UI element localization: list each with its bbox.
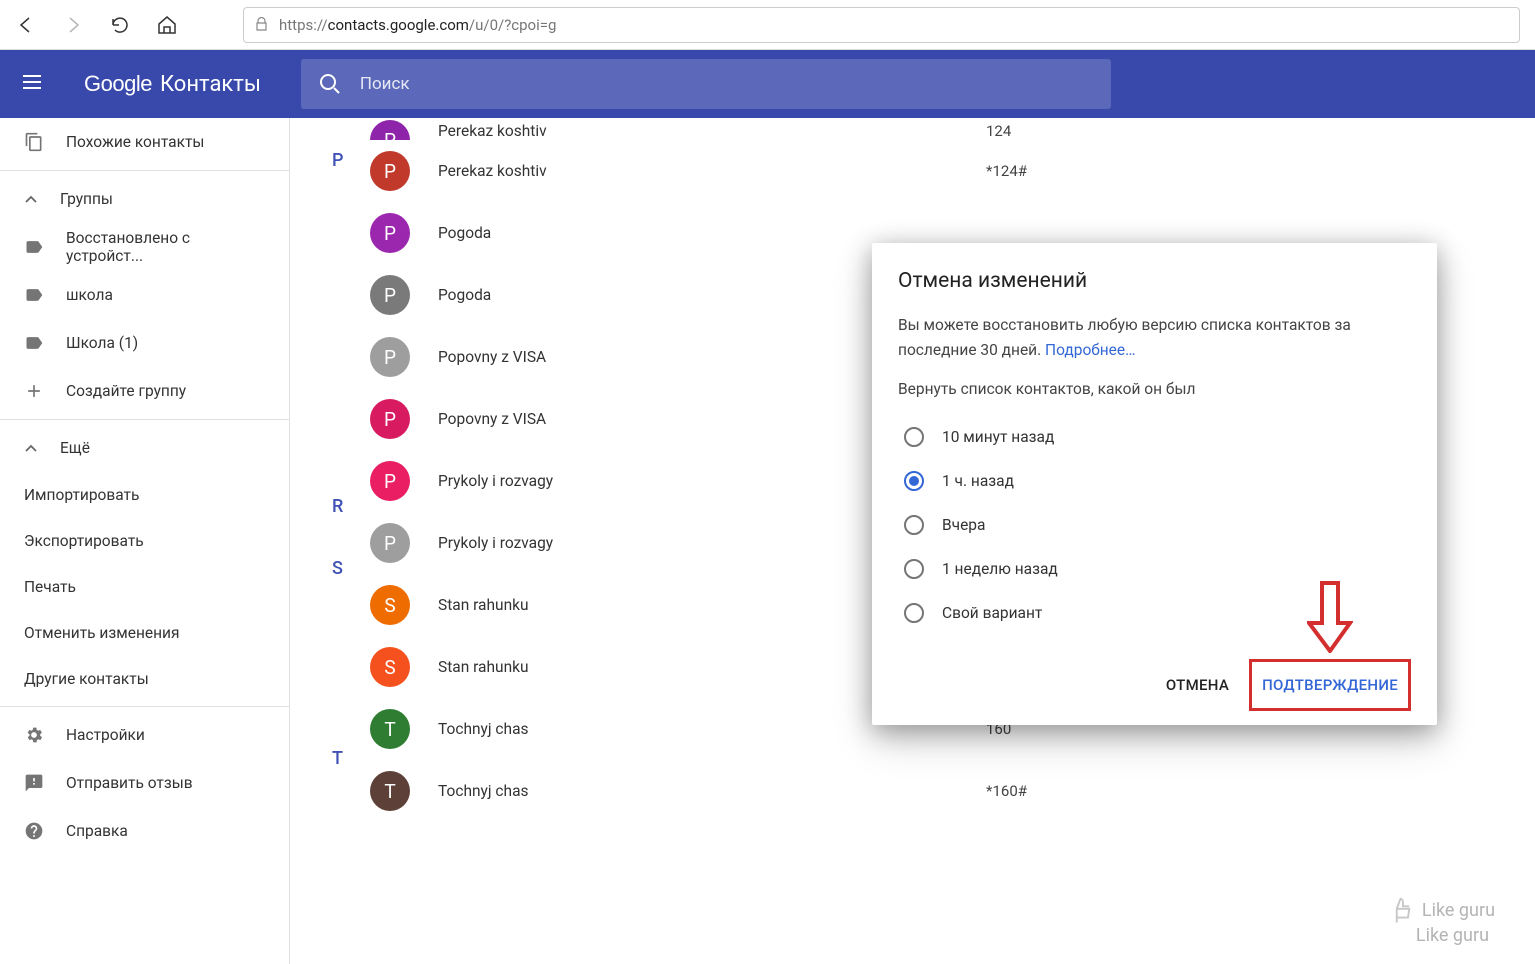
sidebar-more-item[interactable]: Другие контакты bbox=[0, 656, 289, 702]
contact-name: Perekaz koshtiv bbox=[438, 162, 958, 180]
sidebar-more-item[interactable]: Отменить изменения bbox=[0, 610, 289, 656]
sidebar: Похожие контакты Группы Восстановлено с … bbox=[0, 118, 290, 964]
label-icon bbox=[24, 333, 44, 353]
avatar: P bbox=[370, 337, 410, 377]
contact-row[interactable]: T Tochnyj chas *160# bbox=[290, 760, 1535, 822]
contact-name: Tochnyj chas bbox=[438, 782, 958, 800]
avatar: T bbox=[370, 709, 410, 749]
radio-label: 1 неделю назад bbox=[942, 560, 1058, 578]
sidebar-label: Создайте группу bbox=[66, 382, 186, 400]
sidebar-label: Восстановлено с устройст... bbox=[66, 229, 265, 265]
chevron-up-icon bbox=[24, 441, 38, 455]
radio-label: Свой вариант bbox=[942, 604, 1042, 622]
back-icon[interactable] bbox=[15, 14, 37, 36]
radio-option[interactable]: Вчера bbox=[898, 503, 1411, 547]
copy-icon bbox=[24, 132, 44, 152]
section-letter: T bbox=[332, 748, 343, 769]
sidebar-label: школа bbox=[66, 286, 113, 304]
forward-icon[interactable] bbox=[62, 14, 84, 36]
url-text: https://contacts.google.com/u/0/?cpoi=g bbox=[279, 16, 556, 34]
sidebar-more-item[interactable]: Печать bbox=[0, 564, 289, 610]
contact-phone: *124# bbox=[986, 162, 1027, 180]
label-icon bbox=[24, 285, 44, 305]
contact-name: Perekaz koshtiv bbox=[438, 122, 958, 140]
sidebar-groups-header[interactable]: Группы bbox=[0, 175, 289, 223]
sidebar-label: Похожие контакты bbox=[66, 133, 204, 151]
undo-changes-dialog: Отмена изменений Вы можете восстановить … bbox=[872, 243, 1437, 725]
radio-option[interactable]: 1 ч. назад bbox=[898, 459, 1411, 503]
search-icon bbox=[319, 73, 340, 95]
sidebar-label: Отправить отзыв bbox=[66, 774, 193, 792]
contacts-main: P Perekaz koshtiv 124 P Perekaz koshtiv *124#… bbox=[290, 118, 1535, 964]
app-logo[interactable]: Google Контакты bbox=[84, 71, 261, 97]
avatar: P bbox=[370, 275, 410, 315]
search-box[interactable] bbox=[301, 59, 1111, 109]
sidebar-similar-contacts[interactable]: Похожие контакты bbox=[0, 118, 289, 166]
help-icon bbox=[24, 821, 44, 841]
avatar: P bbox=[370, 151, 410, 191]
sidebar-help[interactable]: Справка bbox=[0, 807, 289, 855]
sidebar-label: Справка bbox=[66, 822, 128, 840]
learn-more-link[interactable]: Подробнее… bbox=[1045, 341, 1135, 359]
avatar: P bbox=[370, 120, 410, 140]
avatar: S bbox=[370, 647, 410, 687]
radio-label: 10 минут назад bbox=[942, 428, 1054, 446]
search-input[interactable] bbox=[360, 74, 1093, 94]
browser-toolbar: https://contacts.google.com/u/0/?cpoi=g bbox=[0, 0, 1535, 50]
home-icon[interactable] bbox=[156, 14, 178, 36]
address-bar[interactable]: https://contacts.google.com/u/0/?cpoi=g bbox=[243, 7, 1520, 43]
contact-phone: *160# bbox=[986, 782, 1027, 800]
avatar: T bbox=[370, 771, 410, 811]
radio-icon bbox=[904, 471, 924, 491]
radio-icon bbox=[904, 559, 924, 579]
reload-icon[interactable] bbox=[109, 14, 131, 36]
gear-icon bbox=[24, 725, 44, 745]
section-letter: P bbox=[332, 150, 344, 171]
contact-row[interactable]: P Perekaz koshtiv 124 bbox=[290, 118, 1535, 140]
lock-icon bbox=[254, 17, 269, 32]
chevron-up-icon bbox=[24, 192, 38, 206]
menu-icon[interactable] bbox=[20, 70, 44, 98]
radio-icon bbox=[904, 603, 924, 623]
sidebar-settings[interactable]: Настройки bbox=[0, 711, 289, 759]
avatar: P bbox=[370, 399, 410, 439]
sidebar-more-item[interactable]: Экспортировать bbox=[0, 518, 289, 564]
annotation-arrow-icon bbox=[1307, 581, 1353, 653]
contact-row[interactable]: P Perekaz koshtiv *124# bbox=[290, 140, 1535, 202]
label-icon bbox=[24, 237, 44, 257]
avatar: P bbox=[370, 213, 410, 253]
sidebar-section-label: Группы bbox=[60, 190, 113, 208]
avatar: P bbox=[370, 523, 410, 563]
plus-icon bbox=[24, 381, 44, 401]
sidebar-label: Школа (1) bbox=[66, 334, 138, 352]
sidebar-group-item[interactable]: школа bbox=[0, 271, 289, 319]
radio-option[interactable]: 10 минут назад bbox=[898, 415, 1411, 459]
sidebar-section-label: Ещё bbox=[60, 439, 90, 457]
sidebar-create-group[interactable]: Создайте группу bbox=[0, 367, 289, 415]
sidebar-more-item[interactable]: Импортировать bbox=[0, 472, 289, 518]
app-header: Google Контакты bbox=[0, 50, 1535, 118]
sidebar-label: Настройки bbox=[66, 726, 145, 744]
radio-label: 1 ч. назад bbox=[942, 472, 1014, 490]
radio-icon bbox=[904, 427, 924, 447]
radio-label: Вчера bbox=[942, 516, 985, 534]
sidebar-group-item[interactable]: Школа (1) bbox=[0, 319, 289, 367]
avatar: S bbox=[370, 585, 410, 625]
radio-icon bbox=[904, 515, 924, 535]
contact-phone: 124 bbox=[986, 122, 1011, 140]
sidebar-feedback[interactable]: Отправить отзыв bbox=[0, 759, 289, 807]
contact-name: Pogoda bbox=[438, 224, 958, 242]
section-letter: S bbox=[332, 558, 343, 579]
confirm-button[interactable]: ПОДТВЕРЖДЕНИЕ bbox=[1249, 659, 1411, 711]
sidebar-group-item[interactable]: Восстановлено с устройст... bbox=[0, 223, 289, 271]
avatar: P bbox=[370, 461, 410, 501]
feedback-icon bbox=[24, 773, 44, 793]
sidebar-more-header[interactable]: Ещё bbox=[0, 424, 289, 472]
dialog-title: Отмена изменений bbox=[898, 269, 1411, 293]
cancel-button[interactable]: ОТМЕНА bbox=[1154, 666, 1241, 704]
section-letter: R bbox=[332, 496, 343, 517]
dialog-subhead: Вернуть список контактов, какой он был bbox=[898, 377, 1411, 402]
dialog-body: Вы можете восстановить любую версию спис… bbox=[898, 313, 1411, 363]
